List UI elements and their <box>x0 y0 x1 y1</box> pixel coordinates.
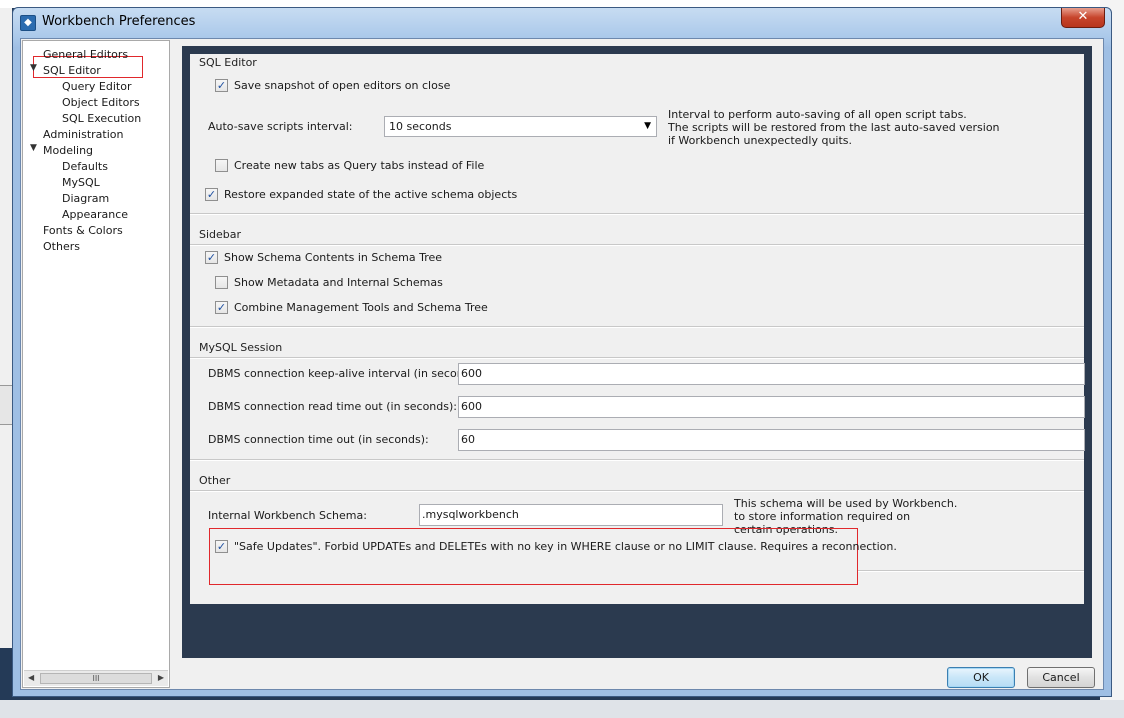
query-tabs-option[interactable]: Create new tabs as Query tabs instead of… <box>215 158 484 174</box>
metadata-option[interactable]: Show Metadata and Internal Schemas <box>215 275 443 291</box>
restore-state-option[interactable]: ✓ Restore expanded state of the active sc… <box>205 187 517 203</box>
save-snapshot-checkbox[interactable]: ✓ <box>215 78 228 92</box>
safe-updates-option[interactable]: ✓ "Safe Updates". Forbid UPDATEs and DELE… <box>215 539 897 555</box>
background-window-fragment <box>0 385 12 425</box>
section-title-sidebar: Sidebar <box>199 228 242 241</box>
combine-tools-label: Combine Management Tools and Schema Tree <box>234 301 488 314</box>
connection-timeout-label: DBMS connection time out (in seconds): <box>208 433 429 446</box>
read-timeout-label: DBMS connection read time out (in second… <box>208 400 457 413</box>
tree-item-defaults[interactable]: Defaults <box>62 159 108 174</box>
metadata-label: Show Metadata and Internal Schemas <box>234 276 443 289</box>
autosave-help-text: Interval to perform auto-saving of all o… <box>668 108 1000 147</box>
scroll-thumb[interactable]: III <box>40 673 152 684</box>
preferences-dialog: ◆ Workbench Preferences ✕ General Editor… <box>12 7 1112 697</box>
autosave-interval-select[interactable]: 10 seconds ▼ <box>384 116 657 137</box>
section-title-other: Other <box>199 474 231 487</box>
save-snapshot-label: Save snapshot of open editors on close <box>234 79 451 92</box>
restore-state-label: Restore expanded state of the active sch… <box>224 188 518 201</box>
tree-item-others[interactable]: Others <box>43 239 80 254</box>
help-line: if Workbench unexpectedly quits. <box>668 134 853 147</box>
query-tabs-label: Create new tabs as Query tabs instead of… <box>234 159 485 172</box>
section-divider <box>190 459 1084 461</box>
internal-schema-input[interactable]: .mysqlworkbench <box>419 504 723 526</box>
connection-timeout-input[interactable]: 60 <box>458 429 1085 451</box>
cancel-button[interactable]: Cancel <box>1027 667 1095 688</box>
window-title: Workbench Preferences <box>42 14 196 29</box>
ok-button[interactable]: OK <box>947 667 1015 688</box>
scroll-left-icon[interactable]: ◀ <box>28 673 34 682</box>
expand-arrow-icon[interactable]: ▼ <box>30 143 37 153</box>
schema-contents-label: Show Schema Contents in Schema Tree <box>224 251 443 264</box>
keepalive-label: DBMS connection keep-alive interval (in … <box>208 367 485 380</box>
restore-state-checkbox[interactable]: ✓ <box>205 187 218 201</box>
tree-item-administration[interactable]: Administration <box>43 127 124 142</box>
title-bar[interactable]: ◆ Workbench Preferences ✕ <box>13 8 1111 38</box>
help-line: This schema will be used by Workbench. <box>734 497 958 510</box>
section-divider <box>190 213 1084 215</box>
background-window-left <box>0 8 12 648</box>
tree-item-fonts-colors[interactable]: Fonts & Colors <box>43 223 123 238</box>
section-divider <box>190 490 1084 492</box>
tree-horizontal-scrollbar[interactable]: ◀ III ▶ <box>24 670 168 686</box>
tree-item-appearance[interactable]: Appearance <box>62 207 128 222</box>
expand-arrow-icon[interactable]: ▼ <box>30 63 37 73</box>
autosave-interval-label: Auto-save scripts interval: <box>208 120 353 133</box>
tree-item-object-editors[interactable]: Object Editors <box>62 95 140 110</box>
internal-schema-label: Internal Workbench Schema: <box>208 509 367 522</box>
autosave-interval-value: 10 seconds <box>389 120 452 133</box>
scroll-right-icon[interactable]: ▶ <box>158 673 164 682</box>
workbench-app-icon: ◆ <box>20 15 36 31</box>
read-timeout-input[interactable]: 600 <box>458 396 1085 418</box>
settings-panel: SQL Editor ✓ Save snapshot of open editor… <box>190 54 1085 604</box>
section-divider <box>190 326 1084 328</box>
tree-item-general-editors[interactable]: General Editors <box>43 47 128 62</box>
schema-contents-checkbox[interactable]: ✓ <box>205 250 218 264</box>
help-line: The scripts will be restored from the la… <box>668 121 1000 134</box>
safe-updates-highlight-box <box>209 528 858 585</box>
combine-tools-checkbox[interactable]: ✓ <box>215 300 228 314</box>
schema-contents-option[interactable]: ✓ Show Schema Contents in Schema Tree <box>205 250 442 266</box>
tree-item-diagram[interactable]: Diagram <box>62 191 109 206</box>
tree-item-mysql[interactable]: MySQL <box>62 175 100 190</box>
section-divider <box>190 244 1084 246</box>
chevron-down-icon[interactable]: ▼ <box>644 117 651 136</box>
combine-tools-option[interactable]: ✓ Combine Management Tools and Schema Tre… <box>215 300 488 316</box>
section-divider <box>190 357 1084 359</box>
preferences-tree[interactable]: General Editors ▼ SQL Editor Query Edito… <box>22 40 170 688</box>
help-line: Interval to perform auto-saving of all o… <box>668 108 967 121</box>
tree-item-sql-execution[interactable]: SQL Execution <box>62 111 141 126</box>
section-title-mysql-session: MySQL Session <box>199 341 283 354</box>
help-line: to store information required on <box>734 510 911 523</box>
dialog-client-area: General Editors ▼ SQL Editor Query Edito… <box>20 38 1104 690</box>
save-snapshot-option[interactable]: ✓ Save snapshot of open editors on close <box>215 78 450 94</box>
safe-updates-label: "Safe Updates". Forbid UPDATEs and DELET… <box>234 540 897 553</box>
desktop-bottom-strip <box>0 700 1124 718</box>
section-divider <box>858 570 1084 572</box>
safe-updates-checkbox[interactable]: ✓ <box>215 539 228 553</box>
tree-item-sql-editor[interactable]: SQL Editor <box>43 63 101 78</box>
query-tabs-checkbox[interactable] <box>215 158 228 172</box>
settings-panel-frame: SQL Editor ✓ Save snapshot of open editor… <box>182 46 1092 658</box>
close-button[interactable]: ✕ <box>1061 8 1105 28</box>
tree-item-modeling[interactable]: Modeling <box>43 143 93 158</box>
keepalive-input[interactable]: 600 <box>458 363 1085 385</box>
tree-item-query-editor[interactable]: Query Editor <box>62 79 131 94</box>
section-title-sql-editor: SQL Editor <box>199 56 257 69</box>
metadata-checkbox[interactable] <box>215 275 228 289</box>
